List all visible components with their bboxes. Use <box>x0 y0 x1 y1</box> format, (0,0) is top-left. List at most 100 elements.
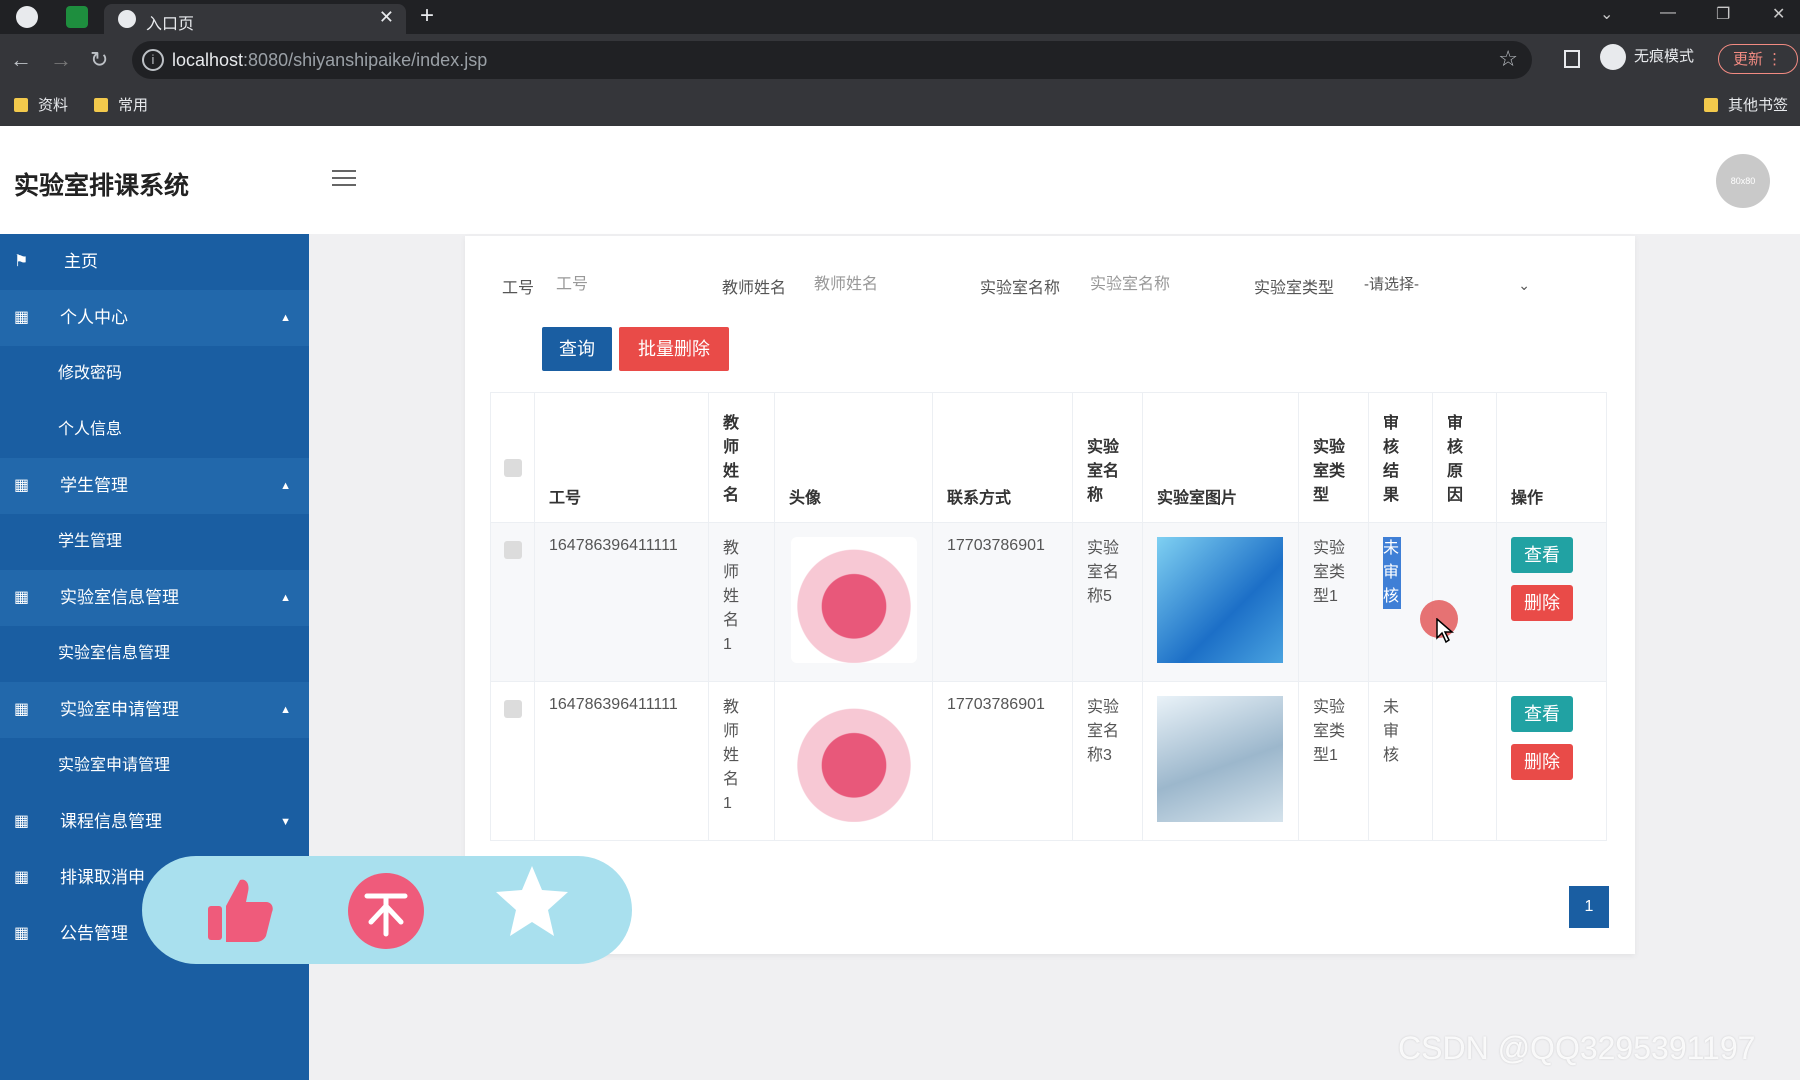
col-teacher[interactable]: 教师姓名 <box>708 392 775 523</box>
col-lab-name[interactable]: 实验室名称 <box>1072 392 1143 523</box>
favorite-star-icon[interactable] <box>494 862 570 938</box>
grid-icon: ▦ <box>14 309 30 326</box>
grid-icon: ▦ <box>14 925 30 942</box>
grid-icon: ▦ <box>14 813 30 830</box>
cell-avatar <box>774 681 933 841</box>
minimize-icon[interactable]: — <box>1660 4 1676 22</box>
restore-icon[interactable]: ❐ <box>1716 4 1730 24</box>
new-tab-button[interactable]: + <box>420 2 434 30</box>
col-lab-image: 实验室图片 <box>1142 392 1299 523</box>
app-header <box>0 126 1800 234</box>
row-checkbox-cell <box>490 681 535 841</box>
menu-toggle-icon[interactable] <box>332 170 356 188</box>
caret-down-icon: ▼ <box>280 816 291 828</box>
close-tab-icon[interactable]: ✕ <box>379 7 394 28</box>
sidebar-item-students[interactable]: 学生管理 <box>0 514 309 570</box>
app-title: 实验室排课系统 <box>14 172 190 200</box>
sidebar-item-change-password[interactable]: 修改密码 <box>0 346 309 402</box>
reload-icon[interactable]: ↻ <box>90 47 108 73</box>
sidebar-item-home[interactable]: ⚑ 主页 <box>0 234 309 290</box>
sidebar-group-lab-apply[interactable]: ▦ 实验室申请管理 ▲ <box>0 682 309 738</box>
delete-button[interactable]: 删除 <box>1511 744 1573 780</box>
address-bar[interactable]: i localhost:8080/shiyanshipaike/index.js… <box>132 41 1532 79</box>
teacher-name-input[interactable]: 教师姓名 <box>814 268 954 302</box>
sidebar-group-personal[interactable]: ▦ 个人中心 ▲ <box>0 290 309 346</box>
sidebar-group-students[interactable]: ▦ 学生管理 ▲ <box>0 458 309 514</box>
back-icon[interactable]: ← <box>10 47 32 73</box>
select-all-checkbox[interactable] <box>503 459 522 477</box>
teacher-name-label: 教师姓名 <box>722 280 787 297</box>
batch-delete-button[interactable]: 批量删除 <box>619 327 729 371</box>
table-header-row: 工号 教师姓名 头像 联系方式 实验室名称 实验室图片 实验室类型 审核结果 审… <box>490 392 1607 523</box>
col-audit-reason[interactable]: 审核原因 <box>1432 392 1497 523</box>
bookmarks-bar <box>0 86 1800 127</box>
lab-name-input[interactable]: 实验室名称 <box>1090 268 1240 302</box>
sheets-tab-icon[interactable] <box>66 6 88 28</box>
cell-phone: 17703786901 <box>932 522 1073 682</box>
watermark: CSDN @QQ3295391197 <box>1398 1030 1756 1066</box>
folder-icon <box>94 98 108 112</box>
grid-icon: ▦ <box>14 477 30 494</box>
col-phone[interactable]: 联系方式 <box>932 392 1073 523</box>
site-info-icon[interactable]: i <box>142 49 164 71</box>
select-all-cell <box>490 392 535 523</box>
cell-job-no: 164786396411111 <box>534 681 709 841</box>
sidebar-group-courses[interactable]: ▦ 课程信息管理 ▼ <box>0 794 309 850</box>
cell-audit-result: 未审核 <box>1368 522 1433 682</box>
cell-teacher: 教师姓名1 <box>708 681 775 841</box>
sidebar-item-profile[interactable]: 个人信息 <box>0 402 309 458</box>
row-checkbox[interactable] <box>503 700 522 718</box>
sidebar-group-lab-info[interactable]: ▦ 实验室信息管理 ▲ <box>0 570 309 626</box>
col-actions: 操作 <box>1496 392 1607 523</box>
table-row: 164786396411111 教师姓名1 17703786901 实验室名称3… <box>490 681 1607 841</box>
bookmark-folder-1[interactable]: 资料 <box>14 94 68 115</box>
chevron-down-icon: ⌄ <box>1518 277 1530 293</box>
incognito-indicator[interactable]: 无痕模式 <box>1600 44 1694 70</box>
sidebar-item-lab-apply[interactable]: 实验室申请管理 <box>0 738 309 794</box>
cell-lab-type: 实验室类型1 <box>1298 522 1369 682</box>
teacher-avatar-image <box>791 537 917 663</box>
view-button[interactable]: 查看 <box>1511 537 1573 573</box>
reaction-overlay <box>142 856 632 964</box>
col-lab-type[interactable]: 实验室类型 <box>1298 392 1369 523</box>
cell-lab-image <box>1142 681 1299 841</box>
bookmark-star-icon[interactable]: ☆ <box>1498 46 1518 72</box>
view-button[interactable]: 查看 <box>1511 696 1573 732</box>
pagination-page-button[interactable]: 1 <box>1569 886 1609 928</box>
col-audit-result[interactable]: 审核结果 <box>1368 392 1433 523</box>
forward-icon[interactable]: → <box>50 47 72 73</box>
cell-actions: 查看 删除 <box>1496 522 1607 682</box>
grid-icon: ▦ <box>14 869 30 886</box>
tab-search-chevron-icon[interactable]: ⌄ <box>1600 4 1613 24</box>
job-no-input[interactable]: 工号 <box>556 268 696 302</box>
cell-audit-reason <box>1432 681 1497 841</box>
globe-icon <box>118 10 136 28</box>
teacher-avatar-image <box>791 696 917 822</box>
lab-type-select[interactable]: -请选择- ⌄ <box>1364 268 1534 302</box>
search-button[interactable]: 查询 <box>542 327 612 371</box>
coin-icon[interactable] <box>347 872 425 950</box>
folder-icon <box>1704 98 1718 112</box>
cell-actions: 查看 删除 <box>1496 681 1607 841</box>
active-browser-tab[interactable]: 入口页 ✕ <box>104 4 406 34</box>
flag-icon: ⚑ <box>14 253 29 270</box>
close-window-icon[interactable]: ✕ <box>1772 4 1785 24</box>
thumbs-up-icon[interactable] <box>202 872 278 948</box>
other-bookmarks[interactable]: 其他书签 <box>1704 94 1788 115</box>
lab-name-label: 实验室名称 <box>980 280 1061 297</box>
caret-up-icon: ▲ <box>280 480 291 492</box>
cell-avatar <box>774 522 933 682</box>
delete-button[interactable]: 删除 <box>1511 585 1573 621</box>
tab-title: 入口页 <box>146 16 195 33</box>
user-avatar[interactable]: 80x80 <box>1716 154 1770 208</box>
url-text[interactable]: localhost:8080/shiyanshipaike/index.jsp <box>172 50 487 71</box>
caret-up-icon: ▲ <box>280 592 291 604</box>
col-job-no[interactable]: 工号 <box>534 392 709 523</box>
cell-lab-name: 实验室名称3 <box>1072 681 1143 841</box>
update-button[interactable]: 更新 ⋮ <box>1718 44 1798 74</box>
row-checkbox[interactable] <box>503 541 522 559</box>
browser-logo-icon[interactable] <box>16 6 38 28</box>
sidebar-item-lab-info[interactable]: 实验室信息管理 <box>0 626 309 682</box>
side-panel-icon[interactable] <box>1564 50 1580 68</box>
bookmark-folder-2[interactable]: 常用 <box>94 94 148 115</box>
